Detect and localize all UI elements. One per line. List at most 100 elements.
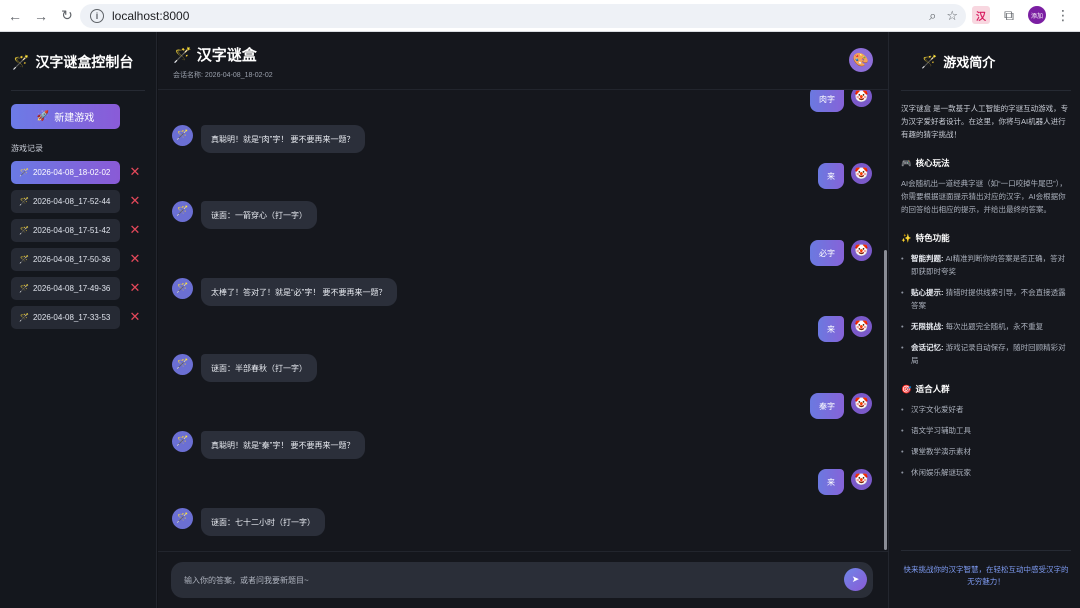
wand-icon: 🪄 (19, 226, 29, 235)
bot-message: 🪄 真聪明！就是“秦”字！ 要不要再来一题？ (172, 431, 365, 459)
user-message-text: 来 (818, 316, 844, 342)
delete-icon[interactable]: ✕ (128, 221, 142, 239)
chat-scrollbar[interactable] (884, 250, 887, 550)
palette-icon[interactable]: 🎨 (849, 48, 873, 72)
core-heading: 🎮 核心玩法 (901, 157, 1071, 169)
history-item-label: 2026-04-08_18-02-02 (32, 168, 111, 177)
sparkles-icon: ✨ (901, 232, 912, 243)
user-message: 来 🤡 (818, 163, 872, 189)
bot-message: 🪄 太棒了！答对了！就是“必”字！ 要不要再来一题？ (172, 278, 397, 306)
audience-list: 汉字文化爱好者语文学习辅助工具课堂教学演示素材休闲娱乐解谜玩家 (901, 403, 1071, 479)
features-heading-text: 特色功能 (915, 233, 950, 243)
url-text: localhost:8000 (112, 9, 190, 23)
history-item[interactable]: 🪄 2026-04-08_18-02-02 ✕ (11, 161, 140, 184)
audience-heading-text: 适合人群 (915, 384, 950, 394)
address-bar[interactable]: i localhost:8000 ⌕ ☆ (80, 4, 966, 28)
divider (11, 90, 145, 91)
history-list: 🪄 2026-04-08_18-02-02 ✕ 🪄 2026-04-08_17-52-4… (11, 161, 140, 335)
user-avatar-clown-icon: 🤡 (851, 393, 872, 414)
bot-message: 🪄 谜面：一箭穿心（打一字） (172, 201, 317, 229)
session-value: 2026-04-08_18-02-02 (204, 72, 273, 79)
audience-item: 汉字文化爱好者 (901, 403, 1071, 416)
user-message-text: 肉字 (810, 90, 844, 112)
control-sidebar: 🪄 汉字谜盒控制台 🚀 新建游戏 游戏记录 🪄 2026-04-08_18-02-… (0, 32, 157, 608)
answer-input[interactable]: 输入你的答案，或者问我要新题目~ (171, 562, 873, 598)
history-item[interactable]: 🪄 2026-04-08_17-52-44 ✕ (11, 190, 140, 213)
audience-item: 语文学习辅助工具 (901, 424, 1071, 437)
sidebar-title-text: 汉字谜盒控制台 (35, 54, 134, 70)
about-title-text: 游戏简介 (943, 55, 996, 70)
divider (901, 550, 1071, 551)
user-avatar-clown-icon: 🤡 (851, 240, 872, 261)
game-controller-icon: 🎮 (901, 157, 912, 168)
user-message: 必字 🤡 (810, 240, 872, 266)
history-item-label: 2026-04-08_17-51-42 (32, 226, 111, 235)
session-name: 会话名称: 2026-04-08_18-02-02 (173, 70, 273, 80)
chat-panel: 🪄 汉字谜盒 会话名称: 2026-04-08_18-02-02 🎨 肉字 🤡 🪄 真… (158, 32, 888, 608)
bot-message-text: 谜面：半部春秋（打一字） (201, 354, 317, 382)
rocket-icon: 🚀 (36, 111, 50, 122)
core-text: AI会随机出一道经典字谜（如“一口咬掉牛尾巴”），你需要根据谜面提示猜出对应的汉… (901, 179, 1067, 214)
profile-avatar[interactable]: 添加 (1028, 6, 1046, 24)
feature-desc: 每次出题完全随机，永不重复 (945, 322, 1044, 331)
user-avatar-clown-icon: 🤡 (851, 90, 872, 107)
about-body: 汉字谜盒 是一款基于人工智能的字谜互动游戏，专为汉字爱好者设计。在这里，你将与A… (901, 102, 1071, 487)
bot-message-text: 真聪明！就是“秦”字！ 要不要再来一题？ (201, 431, 365, 459)
delete-icon[interactable]: ✕ (128, 192, 142, 210)
send-button[interactable]: ➤ (844, 568, 867, 591)
history-item-label: 2026-04-08_17-33-53 (32, 313, 111, 322)
wand-icon: 🪄 (173, 46, 192, 64)
features-heading: ✨ 特色功能 (901, 232, 1071, 244)
bot-message-text: 真聪明！就是“肉”字！ 要不要再来一题？ (201, 125, 365, 153)
history-item-label: 2026-04-08_17-50-36 (32, 255, 111, 264)
feature-name: 会话记忆: (911, 343, 944, 352)
bookmark-star-icon[interactable]: ☆ (946, 8, 958, 24)
user-avatar-clown-icon: 🤡 (851, 163, 872, 184)
browser-menu-icon[interactable]: ⋮ (1056, 7, 1070, 24)
feature-name: 贴心提示: (911, 288, 944, 297)
wand-icon: 🪄 (19, 197, 29, 206)
zoom-icon[interactable]: ⌕ (929, 8, 936, 24)
wand-icon: 🪄 (19, 313, 29, 322)
feature-name: 智能判题: (911, 254, 944, 263)
session-prefix: 会话名称: (173, 72, 205, 79)
user-avatar-clown-icon: 🤡 (851, 316, 872, 337)
delete-icon[interactable]: ✕ (128, 308, 142, 326)
page-title: 🪄 汉字谜盒 (173, 44, 257, 65)
reload-icon[interactable]: ↻ (56, 5, 78, 27)
user-avatar-clown-icon: 🤡 (851, 469, 872, 490)
bot-message-text: 谜面：一箭穿心（打一字） (201, 201, 317, 229)
feature-name: 无限挑战: (911, 322, 944, 331)
divider (901, 90, 1071, 91)
delete-icon[interactable]: ✕ (128, 250, 142, 268)
sidebar-title: 🪄 汉字谜盒控制台 (12, 52, 133, 72)
bot-avatar-wand-icon: 🪄 (172, 201, 193, 222)
delete-icon[interactable]: ✕ (128, 163, 142, 181)
new-game-button[interactable]: 🚀 新建游戏 (11, 104, 120, 129)
history-item[interactable]: 🪄 2026-04-08_17-51-42 ✕ (11, 219, 140, 242)
site-info-icon[interactable]: i (90, 9, 104, 23)
bot-avatar-wand-icon: 🪄 (172, 508, 193, 529)
history-item[interactable]: 🪄 2026-04-08_17-33-53 ✕ (11, 306, 140, 329)
history-item[interactable]: 🪄 2026-04-08_17-50-36 ✕ (11, 248, 140, 271)
user-message-text: 秦字 (810, 393, 844, 419)
back-icon[interactable]: ← (4, 5, 26, 27)
feature-item: 智能判题: AI精准判断你的答案是否正确，答对即获即时夸奖 (901, 252, 1071, 278)
audience-item: 休闲娱乐解谜玩家 (901, 466, 1071, 479)
forward-icon[interactable]: → (30, 5, 52, 27)
delete-icon[interactable]: ✕ (128, 279, 142, 297)
user-message: 秦字 🤡 (810, 393, 872, 419)
input-area: 输入你的答案，或者问我要新题目~ ➤ (158, 551, 888, 608)
about-title: 🪄 游戏简介 (921, 52, 995, 71)
bot-message-text: 谜面：七十二小时（打一字） (201, 508, 325, 536)
bot-message: 🪄 谜面：半部春秋（打一字） (172, 354, 317, 382)
bot-message: 🪄 谜面：七十二小时（打一字） (172, 508, 325, 536)
bot-avatar-wand-icon: 🪄 (172, 354, 193, 375)
extension-icon[interactable]: 汉 (972, 6, 990, 24)
bot-avatar-wand-icon: 🪄 (172, 125, 193, 146)
extensions-puzzle-icon[interactable]: ⧉ (1000, 6, 1018, 24)
history-item[interactable]: 🪄 2026-04-08_17-49-36 ✕ (11, 277, 140, 300)
chat-messages: 肉字 🤡 🪄 真聪明！就是“肉”字！ 要不要再来一题？来 🤡 🪄 谜面：一箭穿心（打一字）必… (158, 90, 888, 550)
new-game-label: 新建游戏 (54, 113, 95, 124)
history-label: 游戏记录 (11, 144, 43, 153)
